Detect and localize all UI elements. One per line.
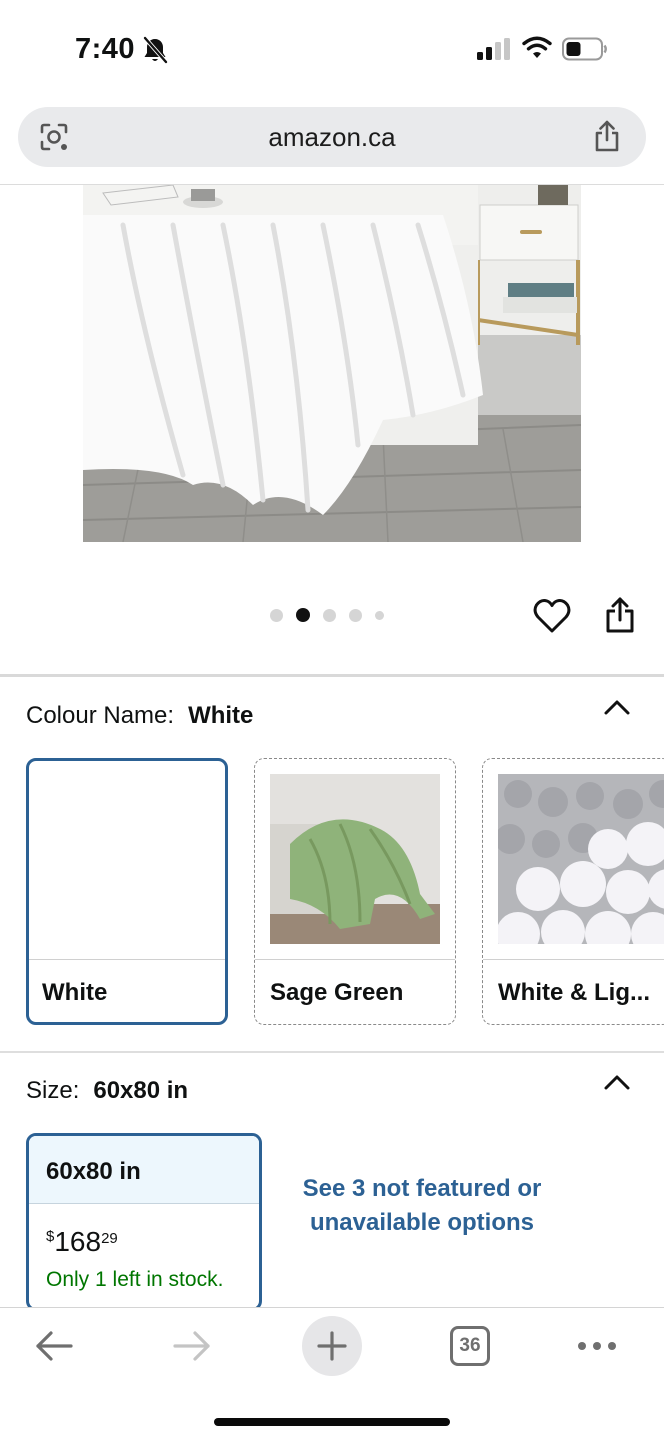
- swatch-label: White & Lig...: [498, 979, 650, 1006]
- size-card-header: 60x80 in: [29, 1136, 259, 1204]
- colour-name-label: Colour Name:: [26, 702, 175, 729]
- new-tab-button[interactable]: [302, 1316, 362, 1376]
- price-whole: 168: [54, 1226, 102, 1257]
- share-icon[interactable]: [604, 596, 636, 634]
- address-bar[interactable]: amazon.ca: [18, 107, 646, 167]
- battery-icon: [562, 37, 607, 61]
- carousel-dot[interactable]: [270, 608, 283, 622]
- size-value: 60x80 in: [93, 1077, 189, 1104]
- wifi-icon: [522, 36, 552, 58]
- bell-slash-icon: [143, 36, 168, 64]
- share-icon[interactable]: [592, 119, 622, 153]
- plus-icon: [317, 1331, 347, 1361]
- status-bar: 7:40: [0, 0, 664, 100]
- swatch-label: White: [42, 979, 108, 1006]
- swatch-image: [498, 774, 664, 944]
- colour-name-value: White: [188, 702, 254, 729]
- price-currency: $: [46, 1228, 55, 1245]
- chevron-up-icon[interactable]: [603, 698, 631, 716]
- carousel-dot[interactable]: [375, 610, 384, 620]
- divider: [0, 674, 664, 677]
- tabs-button[interactable]: 36: [450, 1326, 490, 1366]
- product-image[interactable]: [83, 185, 581, 542]
- browser-toolbar: 36: [0, 1307, 664, 1440]
- size-row: Size: 60x80 in: [26, 1077, 188, 1105]
- divider: [29, 959, 225, 960]
- price-cents: 29: [101, 1230, 118, 1247]
- carousel-dot[interactable]: [349, 608, 362, 622]
- divider: [255, 959, 455, 960]
- heart-icon[interactable]: [533, 598, 571, 634]
- colour-option-sage-green[interactable]: Sage Green: [254, 758, 456, 1025]
- swatch-image: [270, 774, 440, 944]
- colour-option-white[interactable]: White: [26, 758, 228, 1025]
- colour-option-white-light[interactable]: White & Lig...: [482, 758, 664, 1025]
- forward-arrow-icon[interactable]: [171, 1328, 213, 1364]
- stock-status: Only 1 left in stock.: [46, 1268, 224, 1291]
- swatch-label: Sage Green: [270, 979, 404, 1006]
- home-indicator[interactable]: [214, 1418, 450, 1426]
- divider: [0, 1051, 664, 1053]
- divider: [483, 959, 664, 960]
- swatch-image: [44, 776, 214, 946]
- size-option-60x80[interactable]: 60x80 in $16829 Only 1 left in stock.: [26, 1133, 262, 1311]
- carousel-dot[interactable]: [323, 608, 336, 622]
- carousel-dot-active[interactable]: [296, 608, 310, 622]
- url-text[interactable]: amazon.ca: [18, 122, 646, 153]
- chevron-up-icon[interactable]: [603, 1073, 631, 1091]
- colour-name-row: Colour Name: White: [26, 702, 253, 730]
- price: $16829: [46, 1226, 118, 1258]
- more-icon[interactable]: [576, 1336, 618, 1356]
- back-arrow-icon[interactable]: [33, 1328, 75, 1364]
- size-label: Size:: [26, 1077, 80, 1104]
- see-more-options-link[interactable]: See 3 not featured or unavailable option…: [300, 1172, 544, 1240]
- carousel-dots: [270, 607, 384, 623]
- status-time: 7:40: [75, 33, 136, 65]
- cellular-signal-icon: [477, 38, 510, 60]
- size-card-title: 60x80 in: [46, 1158, 141, 1185]
